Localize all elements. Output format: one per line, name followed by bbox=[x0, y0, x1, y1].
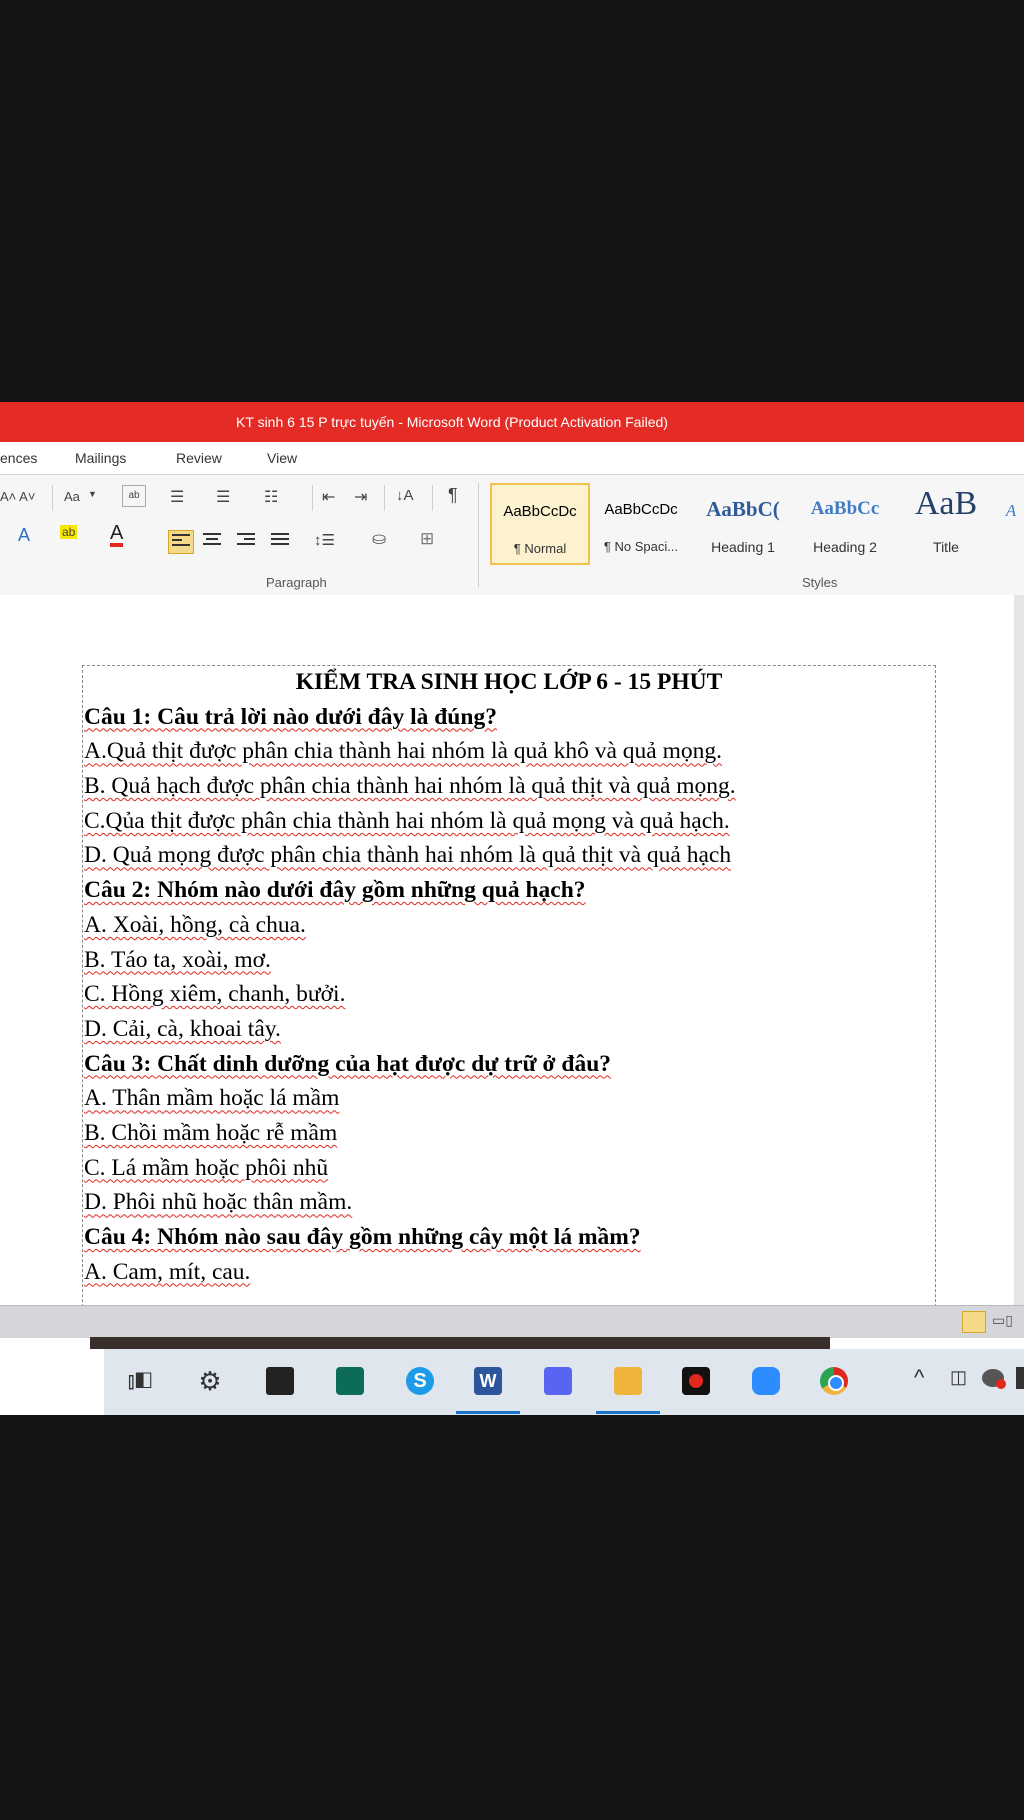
ribbon: A˄ A˅ Aa ▼ ab A ab A ☰ ☰ ☷ ⇤ ⇥ ↓A ¶ ↕☰ ⛀… bbox=[0, 474, 1024, 596]
settings-icon[interactable]: ⚙ bbox=[196, 1367, 224, 1395]
answer-line: A. Xoài, hồng, cà chua. bbox=[84, 908, 934, 943]
line-text: A. Cam, mít, cau. bbox=[84, 1258, 251, 1285]
style-heading-1[interactable]: AaBbC( Heading 1 bbox=[694, 483, 792, 565]
answer-line: A. Thân mầm hoặc lá mầm bbox=[84, 1081, 934, 1116]
style-no-spacing[interactable]: AaBbCcDc ¶ No Spaci... bbox=[592, 483, 690, 565]
question-line: Câu 2: Nhóm nào dưới đây gồm những quả h… bbox=[84, 873, 934, 908]
text-effects-icon[interactable]: A bbox=[18, 525, 30, 546]
bullets-icon[interactable]: ☰ bbox=[170, 487, 184, 507]
line-text: C. Lá mầm hoặc phôi nhũ bbox=[84, 1154, 329, 1181]
line-text: B. Quả hạch được phân chia thành hai nhó… bbox=[84, 773, 736, 800]
question-line: Câu 3: Chất dinh dưỡng của hạt được dự t… bbox=[84, 1047, 934, 1082]
explorer-active-indicator bbox=[596, 1411, 660, 1414]
line-text: D. Quả mọng được phân chia thành hai nhó… bbox=[84, 842, 732, 869]
justify-button[interactable] bbox=[268, 530, 292, 552]
grow-font-icon[interactable]: A˄ A˅ bbox=[0, 489, 35, 504]
line-text: D. Phôi nhũ hoặc thân mầm. bbox=[84, 1189, 353, 1216]
decrease-indent-icon[interactable]: ⇤ bbox=[322, 487, 335, 507]
word-icon[interactable]: W bbox=[474, 1367, 502, 1395]
highlight-icon[interactable]: ab bbox=[60, 525, 78, 539]
increase-indent-icon[interactable]: ⇥ bbox=[354, 487, 367, 507]
style-subtitle[interactable]: A bbox=[998, 483, 1024, 565]
line-text: B. Chồi mầm hoặc rễ mầm bbox=[84, 1119, 338, 1146]
line-text: Câu 4: Nhóm nào sau đây gồm những cây mộ… bbox=[84, 1224, 641, 1250]
answer-line: B. Chồi mầm hoặc rễ mầm bbox=[84, 1116, 934, 1151]
wallpaper-strip bbox=[90, 1337, 830, 1349]
styles-group-label: Styles bbox=[802, 575, 838, 590]
answer-line: A.Quả thịt được phân chia thành hai nhóm… bbox=[84, 734, 934, 769]
line-text: A. Xoài, hồng, cà chua. bbox=[84, 911, 306, 938]
meet-now-icon[interactable]: ◫ bbox=[950, 1367, 967, 1388]
answer-line: B. Quả hạch được phân chia thành hai nhó… bbox=[84, 769, 934, 804]
style-title[interactable]: AaB Title bbox=[898, 483, 994, 565]
skype-icon[interactable]: S bbox=[406, 1367, 434, 1395]
garena-icon[interactable] bbox=[682, 1367, 710, 1395]
title-bar: KT sinh 6 15 P trực tuyến - Microsoft Wo… bbox=[0, 402, 1024, 442]
paragraph-group-label: Paragraph bbox=[266, 575, 327, 590]
font-color-icon[interactable]: A bbox=[110, 523, 124, 547]
question-line: Câu 4: Nhóm nào sau đây gồm những cây mộ… bbox=[84, 1220, 934, 1255]
line-text: A. Thân mầm hoặc lá mầm bbox=[84, 1085, 340, 1112]
show-hidden-icons-icon[interactable]: ^ bbox=[914, 1365, 924, 1391]
tab-view[interactable]: View bbox=[267, 450, 297, 466]
line-text: C.Qủa thịt được phân chia thành hai nhóm… bbox=[84, 807, 730, 834]
line-text: Câu 2: Nhóm nào dưới đây gồm những quả h… bbox=[84, 877, 586, 904]
window-title: KT sinh 6 15 P trực tuyến - Microsoft Wo… bbox=[236, 414, 668, 430]
answer-line: D. Phôi nhũ hoặc thân mầm. bbox=[84, 1185, 934, 1220]
line-text: Câu 3: Chất dinh dưỡng của hạt được dự t… bbox=[84, 1050, 612, 1077]
line-text: D. Cải, cà, khoai tây. bbox=[84, 1015, 281, 1042]
reading-view-icon[interactable]: ▭▯ bbox=[992, 1312, 1013, 1329]
store-icon[interactable] bbox=[266, 1367, 294, 1395]
line-text: C. Hồng xiêm, chanh, bưởi. bbox=[84, 981, 346, 1008]
answer-line: C.Qủa thịt được phân chia thành hai nhóm… bbox=[84, 804, 934, 839]
question-line: Câu 1: Câu trả lời nào dưới đây là đúng? bbox=[84, 700, 934, 735]
multilevel-list-icon[interactable]: ☷ bbox=[264, 487, 278, 507]
line-text: A.Quả thịt được phân chia thành hai nhóm… bbox=[84, 738, 722, 765]
document-title: KIỂM TRA SINH HỌC LỚP 6 - 15 PHÚT bbox=[295, 669, 723, 695]
vertical-scrollbar[interactable] bbox=[1014, 595, 1024, 1305]
line-text: Câu 1: Câu trả lời nào dưới đây là đúng? bbox=[84, 703, 497, 730]
tab-mailings[interactable]: Mailings bbox=[75, 450, 126, 466]
change-case-dropdown-icon[interactable]: ▼ bbox=[88, 489, 97, 499]
word-window: KT sinh 6 15 P trực tuyến - Microsoft Wo… bbox=[0, 402, 1024, 1415]
word-active-indicator bbox=[456, 1411, 520, 1414]
answer-line: B. Táo ta, xoài, mơ. bbox=[84, 943, 934, 978]
zoom-icon[interactable] bbox=[752, 1367, 780, 1395]
answer-line: A. Cam, mít, cau. bbox=[84, 1255, 934, 1290]
align-left-button[interactable] bbox=[168, 530, 194, 554]
clear-formatting-icon[interactable]: ab bbox=[122, 485, 146, 507]
tab-references[interactable]: ences bbox=[0, 450, 37, 466]
align-right-button[interactable] bbox=[234, 530, 258, 552]
line-spacing-icon[interactable]: ↕☰ bbox=[314, 531, 335, 549]
chrome-icon[interactable] bbox=[820, 1367, 848, 1395]
discord-icon[interactable] bbox=[544, 1367, 572, 1395]
status-bar: ▭▯ bbox=[0, 1305, 1024, 1338]
numbering-icon[interactable]: ☰ bbox=[216, 487, 230, 507]
tab-review[interactable]: Review bbox=[176, 450, 222, 466]
volume-icon[interactable] bbox=[1016, 1367, 1024, 1389]
style-normal[interactable]: AaBbCcDc ¶ Normal bbox=[490, 483, 590, 565]
answer-line: C. Hồng xiêm, chanh, bưởi. bbox=[84, 977, 934, 1012]
change-case-button[interactable]: Aa bbox=[64, 489, 80, 504]
answer-line: D. Cải, cà, khoai tây. bbox=[84, 1012, 934, 1047]
file-explorer-icon[interactable] bbox=[614, 1367, 642, 1395]
document-area[interactable]: KIỂM TRA SINH HỌC LỚP 6 - 15 PHÚT Câu 1:… bbox=[0, 595, 1014, 1305]
taskbar: ⫾◧ ⚙ S W ^ ◫ bbox=[0, 1349, 1024, 1415]
power-automate-icon[interactable] bbox=[336, 1367, 364, 1395]
print-layout-view-icon[interactable] bbox=[962, 1311, 986, 1333]
answer-line: C. Lá mầm hoặc phôi nhũ bbox=[84, 1151, 934, 1186]
search-area[interactable] bbox=[0, 1349, 104, 1415]
ribbon-tabs: ences Mailings Review View bbox=[0, 442, 1024, 474]
borders-icon[interactable]: ⊞ bbox=[420, 529, 434, 549]
line-text: B. Táo ta, xoài, mơ. bbox=[84, 946, 271, 973]
task-view-icon[interactable]: ⫾◧ bbox=[126, 1367, 154, 1395]
onedrive-error-icon[interactable] bbox=[982, 1369, 1006, 1389]
answer-line: D. Quả mọng được phân chia thành hai nhó… bbox=[84, 838, 934, 873]
style-heading-2[interactable]: AaBbCc Heading 2 bbox=[796, 483, 894, 565]
align-center-button[interactable] bbox=[200, 530, 224, 552]
document-body[interactable]: KIỂM TRA SINH HỌC LỚP 6 - 15 PHÚT Câu 1:… bbox=[84, 665, 934, 1289]
show-formatting-icon[interactable]: ¶ bbox=[448, 485, 458, 506]
shading-icon[interactable]: ⛀ bbox=[372, 529, 386, 549]
sort-icon[interactable]: ↓A bbox=[396, 487, 414, 504]
